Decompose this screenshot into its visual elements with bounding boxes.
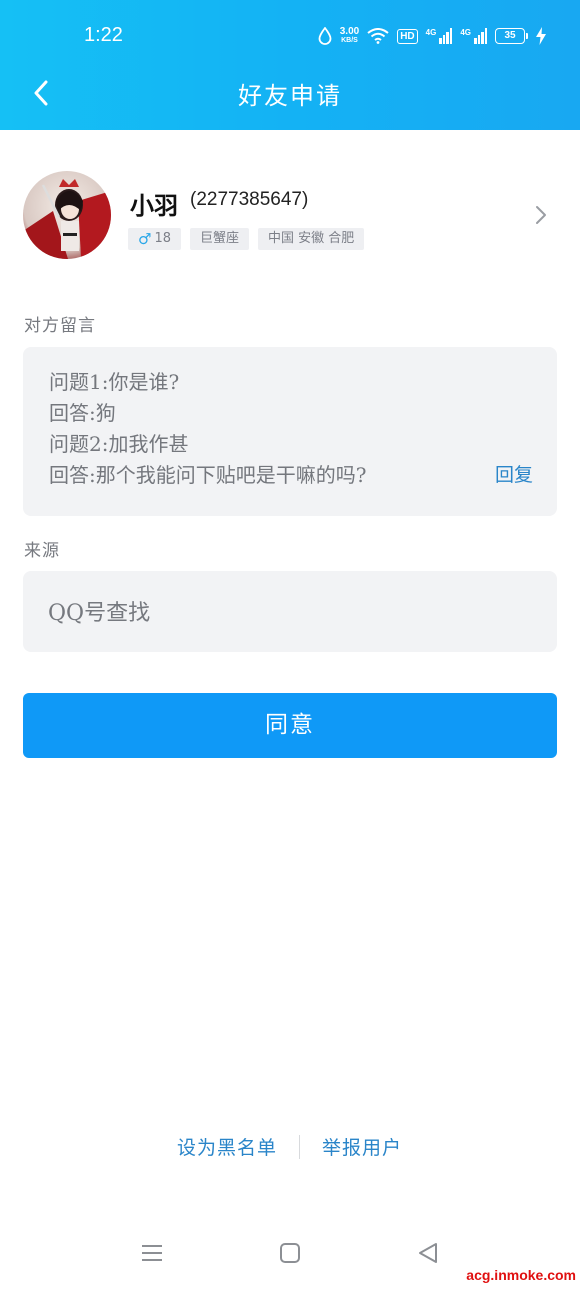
charging-bolt-icon: [536, 27, 546, 45]
signal-icon-2: 4G: [460, 28, 487, 44]
zodiac-tag: 巨蟹座: [190, 228, 250, 250]
source-value: QQ号查找: [48, 601, 151, 626]
blacklist-button[interactable]: 设为黑名单: [177, 1133, 277, 1160]
gender-age-tag: ♂ 18: [128, 228, 181, 250]
home-icon[interactable]: [276, 1240, 304, 1266]
battery-icon: 35: [495, 28, 528, 44]
footer-divider: [299, 1135, 300, 1159]
male-icon: ♂: [138, 230, 152, 248]
watermark-text: acg.inmoke.com: [466, 1267, 576, 1283]
speed-unit: KB/S: [341, 37, 358, 44]
message-line: 回答:那个我能问下贴吧是干嘛的吗?: [49, 463, 367, 487]
reply-button[interactable]: 回复: [495, 460, 533, 487]
hd-badge: HD: [397, 28, 418, 44]
message-content: 问题1:你是谁? 回答:狗 问题2:加我作甚 回答:那个我能问下贴吧是干嘛的吗?: [49, 367, 366, 491]
menu-icon[interactable]: [138, 1240, 166, 1266]
age-value: 18: [154, 231, 171, 246]
status-icons: 3.00 KB/S HD 4G 4G 35: [318, 22, 546, 50]
profile-card[interactable]: 小羽 (2277385647) ♂ 18 巨蟹座 中国 安徽 合肥: [0, 165, 580, 265]
avatar-image: [23, 171, 111, 259]
back-triangle-icon[interactable]: [414, 1240, 442, 1266]
battery-level: 35: [495, 28, 525, 44]
nickname: 小羽: [130, 192, 178, 220]
avatar[interactable]: [23, 171, 111, 259]
status-time: 1:22: [84, 24, 123, 46]
report-user-button[interactable]: 举报用户: [322, 1133, 402, 1160]
wifi-icon: [367, 28, 389, 44]
agree-button[interactable]: 同意: [23, 693, 557, 758]
chevron-right-icon: [536, 206, 546, 224]
signal-icon-1: 4G: [426, 28, 453, 44]
footer-links: 设为黑名单 举报用户: [0, 1133, 580, 1161]
signal-label-1: 4G: [425, 28, 437, 37]
profile-tags: ♂ 18 巨蟹座 中国 安徽 合肥: [128, 228, 365, 250]
location-tag: 中国 安徽 合肥: [258, 228, 365, 250]
message-box: 问题1:你是谁? 回答:狗 问题2:加我作甚 回答:那个我能问下贴吧是干嘛的吗?…: [23, 347, 557, 516]
message-line: 问题1:你是谁?: [49, 370, 180, 394]
signal-label-2: 4G: [460, 28, 471, 37]
source-box: QQ号查找: [23, 571, 557, 652]
source-section-label: 来源: [24, 541, 60, 561]
app-header: 1:22 3.00 KB/S HD 4G 4G 35 好友申请: [0, 0, 580, 130]
status-bar: 1:22 3.00 KB/S HD 4G 4G 35: [0, 18, 580, 54]
network-speed: 3.00 KB/S: [340, 27, 359, 45]
message-line: 问题2:加我作甚: [49, 432, 189, 456]
message-line: 回答:狗: [49, 401, 116, 425]
message-section-label: 对方留言: [24, 316, 96, 336]
page-title: 好友申请: [238, 82, 342, 110]
water-drop-icon: [318, 27, 332, 45]
qq-number: (2277385647): [190, 189, 309, 210]
speed-value: 3.00: [339, 26, 360, 37]
